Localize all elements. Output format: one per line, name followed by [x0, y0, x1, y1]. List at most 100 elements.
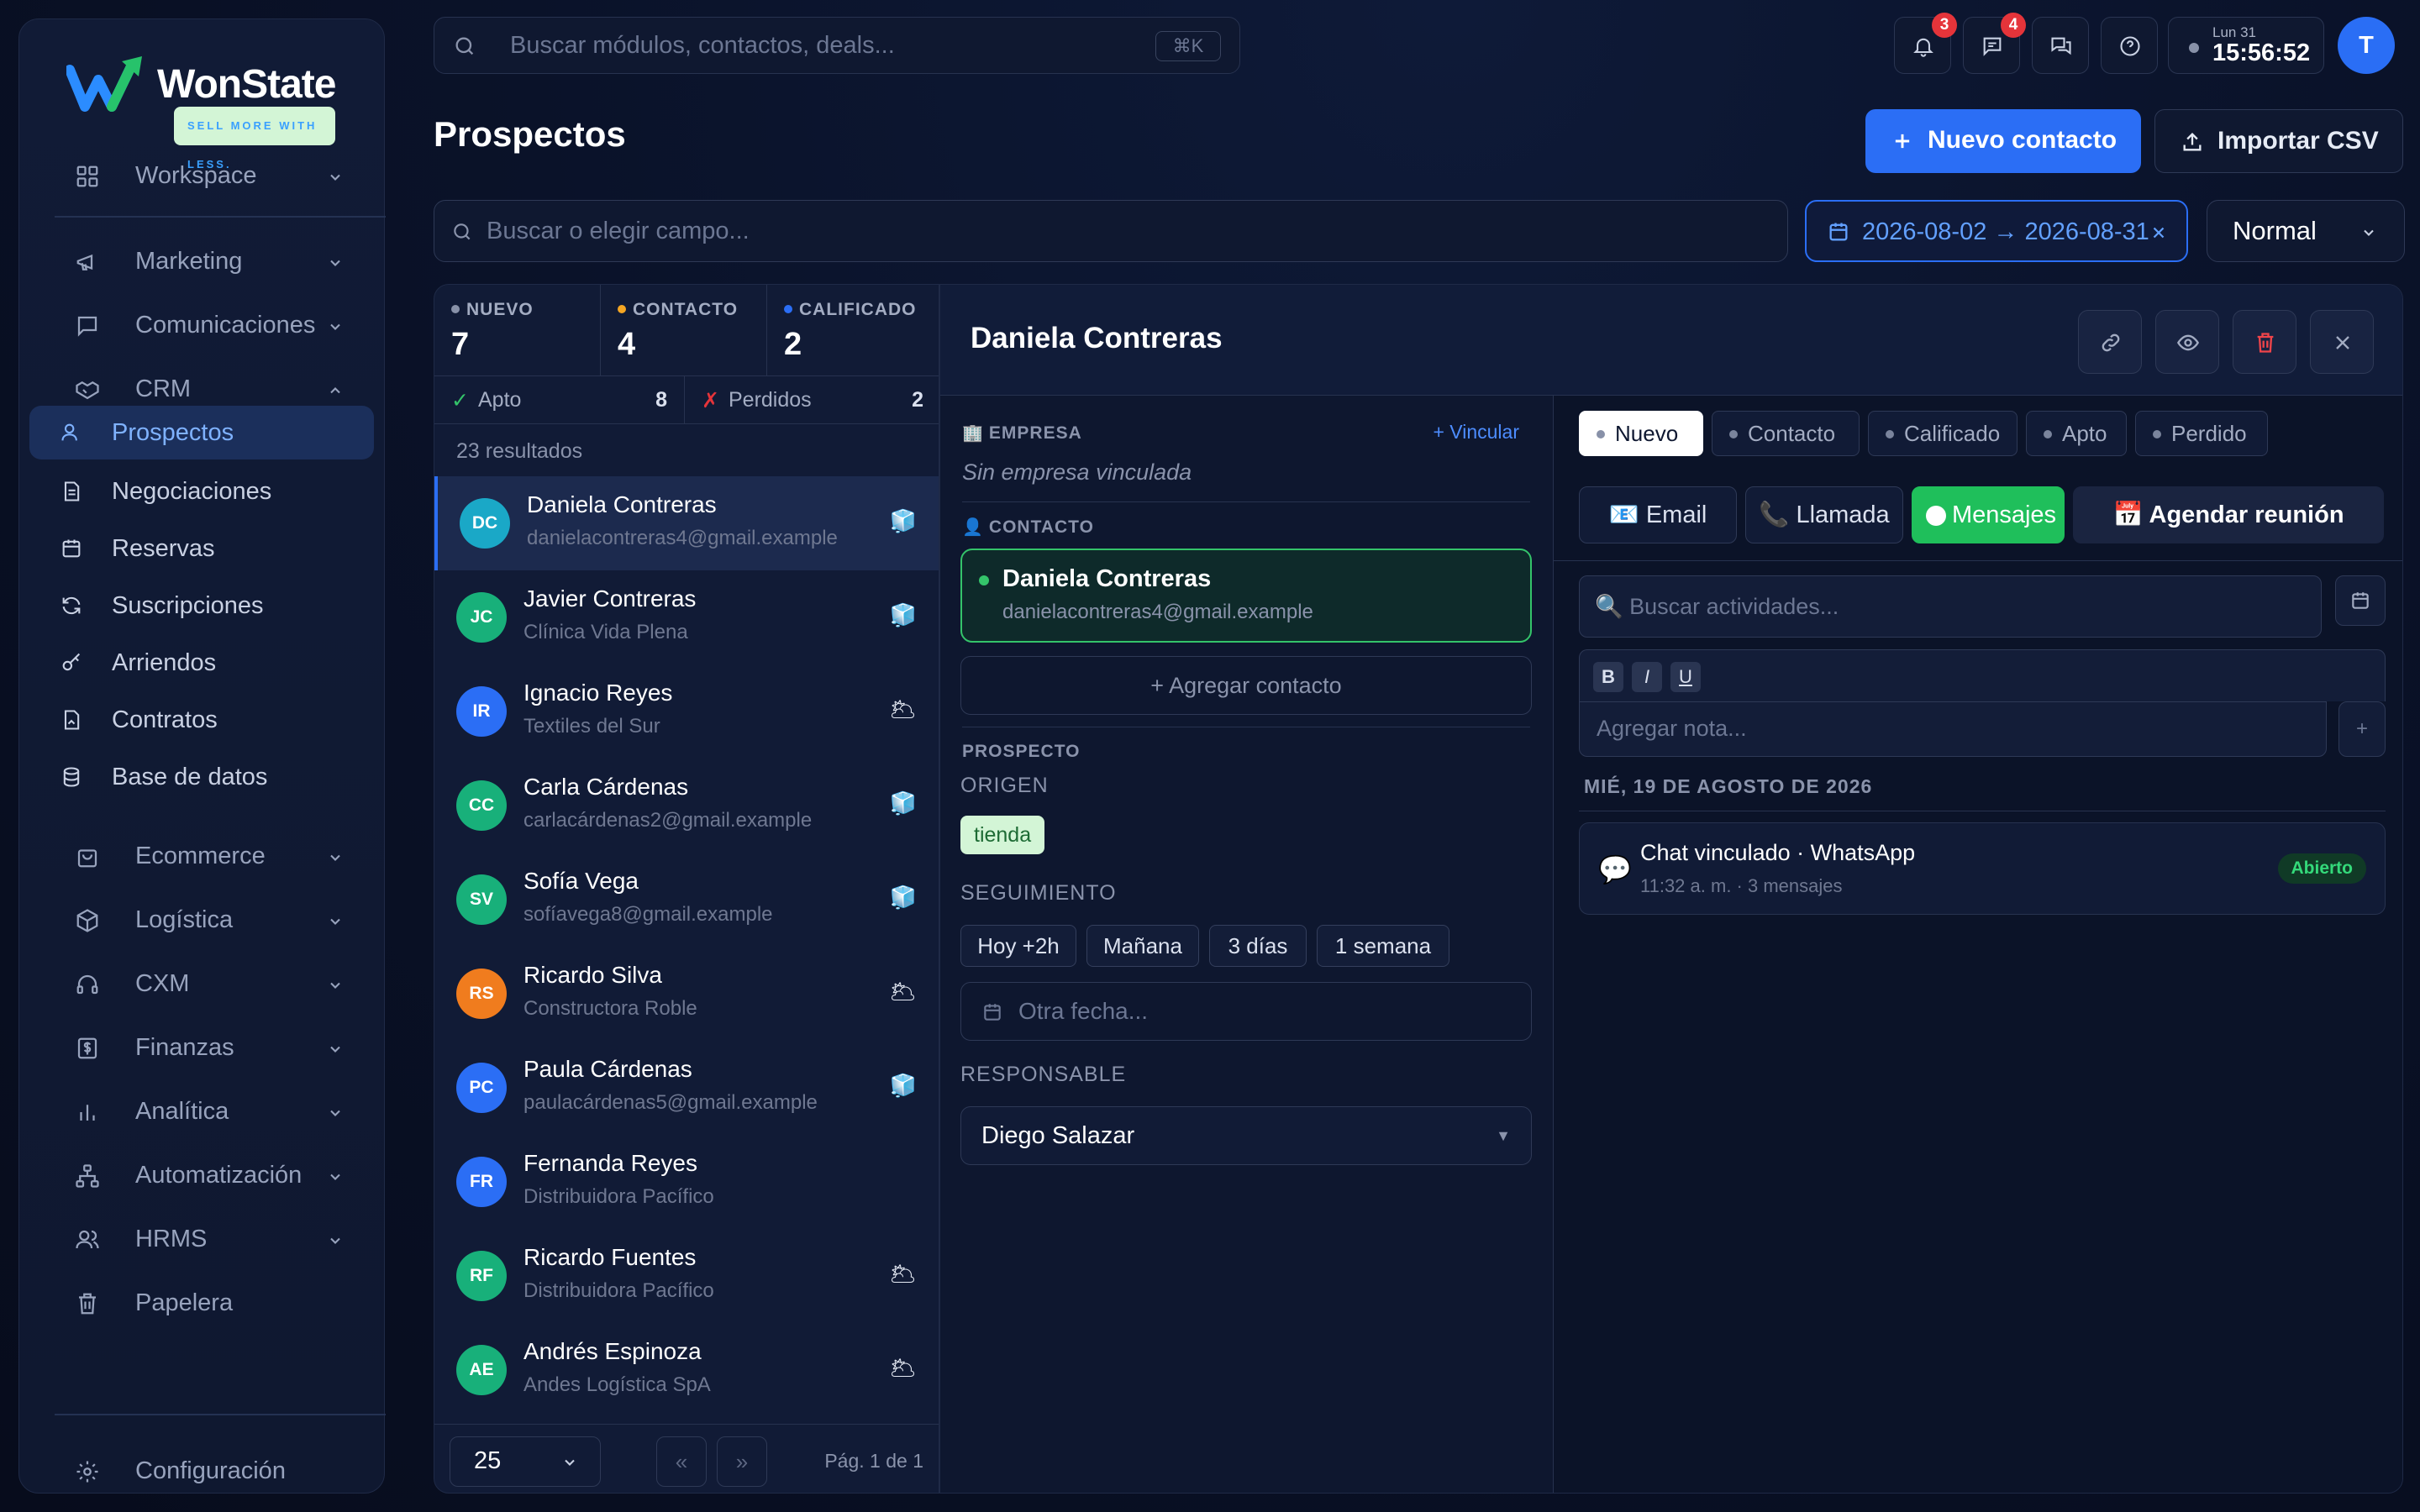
lead-row[interactable]: JC Javier Contreras Clínica Vida Plena 🧊	[434, 570, 939, 664]
owner-select[interactable]: Diego Salazar ▼	[960, 1106, 1532, 1165]
stage-pill-apto[interactable]: Apto	[2026, 411, 2127, 456]
lead-row[interactable]: DC Daniela Contreras danielacontreras4@g…	[434, 476, 939, 570]
chevron-down-icon	[330, 1110, 340, 1116]
sidebar-item-configuracion[interactable]: Configuración	[36, 1442, 371, 1499]
sidebar-group-marketing[interactable]: Marketing	[36, 233, 371, 290]
stage-pill-calificado[interactable]: Calificado	[1868, 411, 2018, 456]
call-action-button[interactable]: 📞 Llamada	[1745, 486, 1903, 543]
messages-action-button[interactable]: Mensajes	[1912, 486, 2065, 543]
sidebar-item-papelera[interactable]: Papelera	[36, 1274, 371, 1331]
sidebar-group-label: CXM	[135, 970, 190, 997]
stage-pill-perdido[interactable]: Perdido	[2135, 411, 2268, 456]
followup-option[interactable]: Hoy +2h	[960, 925, 1076, 967]
button-label: Importar CSV	[2217, 127, 2379, 155]
chat-button[interactable]	[2032, 17, 2089, 74]
followup-option[interactable]: Mañana	[1086, 925, 1199, 967]
sidebar-group-comunicaciones[interactable]: Comunicaciones	[36, 297, 371, 354]
sidebar-item-suscripciones[interactable]: Suscripciones	[29, 579, 374, 633]
handshake-icon	[76, 381, 99, 400]
lead-row[interactable]: PC Paula Cárdenas paulacárdenas5@gmail.e…	[434, 1041, 939, 1135]
prospect-section-label: PROSPECTO	[962, 742, 1081, 761]
sidebar-group-logistica[interactable]: Logística	[36, 891, 371, 948]
sidebar-item-negociaciones[interactable]: Negociaciones	[29, 465, 374, 518]
cloudy-icon: 🌥	[888, 979, 917, 1004]
field-search-input[interactable]: Buscar o elegir campo...	[434, 200, 1788, 262]
shopping-bag-icon	[77, 849, 97, 868]
followup-option[interactable]: 3 días	[1209, 925, 1307, 967]
stat-calificado[interactable]: CALIFICADO 2	[767, 285, 939, 375]
sidebar-group-analitica[interactable]: Analítica	[36, 1083, 371, 1140]
stage-pill-contacto[interactable]: Contacto	[1712, 411, 1860, 456]
lead-row[interactable]: CC Carla Cárdenas carlacárdenas2@gmail.e…	[434, 759, 939, 853]
chevron-down-icon	[330, 918, 340, 925]
page-indicator: Pág. 1 de 1	[824, 1450, 923, 1472]
stat-contacto[interactable]: CONTACTO 4	[601, 285, 767, 375]
sidebar-group-hrms[interactable]: HRMS	[36, 1210, 371, 1268]
other-date-input[interactable]: Otra fecha...	[960, 982, 1532, 1041]
lead-row[interactable]: AE Andrés Espinoza Andes Logística SpA 🌥	[434, 1323, 939, 1417]
lead-row[interactable]: IR Ignacio Reyes Textiles del Sur 🌥	[434, 664, 939, 759]
activity-search-input[interactable]: 🔍 Buscar actividades...	[1579, 575, 2322, 638]
stage-pill-nuevo[interactable]: Nuevo	[1579, 411, 1703, 456]
chevron-down-icon	[330, 854, 340, 861]
sidebar-item-reservas[interactable]: Reservas	[29, 522, 374, 575]
followup-option[interactable]: 1 semana	[1317, 925, 1449, 967]
prev-page-button[interactable]: «	[656, 1436, 707, 1487]
next-page-button[interactable]: »	[717, 1436, 767, 1487]
key-icon	[62, 653, 81, 671]
delete-button[interactable]	[2233, 310, 2296, 374]
lead-row[interactable]: FR Fernanda Reyes Distribuidora Pacífico	[434, 1135, 939, 1229]
italic-button[interactable]: I	[1632, 662, 1662, 692]
sidebar-group-workspace[interactable]: Workspace	[36, 147, 371, 204]
sidebar-item-arriendos[interactable]: Arriendos	[29, 636, 374, 690]
help-button[interactable]	[2101, 17, 2158, 74]
brand-logo[interactable]: WonState SELL MORE WITH LESS.	[66, 38, 336, 171]
sidebar-item-base-de-datos[interactable]: Base de datos	[29, 750, 374, 804]
close-detail-button[interactable]	[2310, 310, 2374, 374]
substat-apto[interactable]: ✓ Apto 8	[434, 375, 685, 424]
user-icon	[61, 423, 77, 441]
email-action-button[interactable]: 📧 Email	[1579, 486, 1737, 543]
global-search-input[interactable]: Buscar módulos, contactos, deals... ⌘K	[434, 17, 1240, 74]
lead-row[interactable]: SV Sofía Vega sofíavega8@gmail.example 🧊	[434, 853, 939, 947]
note-input[interactable]: Agregar nota...	[1579, 701, 2327, 757]
preview-button[interactable]	[2155, 310, 2219, 374]
sidebar-group-cxm[interactable]: CXM	[36, 955, 371, 1012]
schedule-meeting-button[interactable]: 📅 Agendar reunión	[2073, 486, 2384, 543]
sidebar-item-contratos[interactable]: Contratos	[29, 693, 374, 747]
lead-row[interactable]: RS Ricardo Silva Constructora Roble 🌥	[434, 947, 939, 1041]
avatar: DC	[460, 498, 510, 549]
stat-nuevo[interactable]: NUEVO 7	[434, 285, 601, 375]
underline-button[interactable]: U	[1670, 662, 1701, 692]
close-icon[interactable]	[2149, 223, 2168, 242]
add-contact-button[interactable]: + Agregar contacto	[960, 656, 1532, 715]
sidebar-group-label: Finanzas	[135, 1034, 234, 1061]
people-icon	[76, 1230, 99, 1249]
activity-meta: 11:32 a. m. · 3 mensajes	[1640, 875, 1843, 896]
contact-card[interactable]: Daniela Contreras danielacontreras4@gmai…	[960, 549, 1532, 643]
lead-row[interactable]: RF Ricardo Fuentes Distribuidora Pacífic…	[434, 1229, 939, 1323]
sidebar-group-automatizacion[interactable]: Automatización	[36, 1147, 371, 1204]
import-csv-button[interactable]: Importar CSV	[2154, 109, 2403, 173]
page-title: Prospectos	[434, 114, 626, 154]
view-mode-select[interactable]: Normal	[2207, 200, 2405, 262]
copy-link-button[interactable]	[2078, 310, 2142, 374]
new-contact-button[interactable]: Nuevo contacto	[1865, 109, 2141, 173]
sidebar-group-label: Ecommerce	[135, 843, 266, 869]
page-size-select[interactable]: 25	[450, 1436, 601, 1487]
user-avatar[interactable]: T	[2338, 17, 2395, 74]
sidebar-item-prospectos[interactable]: Prospectos	[29, 406, 374, 459]
sidebar-group-label: Comunicaciones	[135, 312, 316, 339]
sidebar-group-ecommerce[interactable]: Ecommerce	[36, 827, 371, 885]
add-note-button[interactable]: +	[2338, 701, 2386, 757]
substat-perdidos[interactable]: ✗ Perdidos 2	[685, 375, 939, 424]
messages-button[interactable]: 4	[1963, 13, 2026, 74]
activity-item[interactable]: 💬 Chat vinculado · WhatsApp 11:32 a. m. …	[1579, 822, 2386, 915]
sidebar-group-finanzas[interactable]: Finanzas	[36, 1019, 371, 1076]
date-range-filter[interactable]: 2026-08-02 → 2026-08-31	[1805, 200, 2188, 262]
link-company-button[interactable]: + Vincular	[1433, 421, 1519, 444]
lead-name: Andrés Espinoza	[523, 1338, 702, 1364]
activity-date-filter-button[interactable]	[2335, 575, 2386, 626]
bold-button[interactable]: B	[1593, 662, 1623, 692]
notifications-button[interactable]: 3	[1894, 13, 1957, 74]
